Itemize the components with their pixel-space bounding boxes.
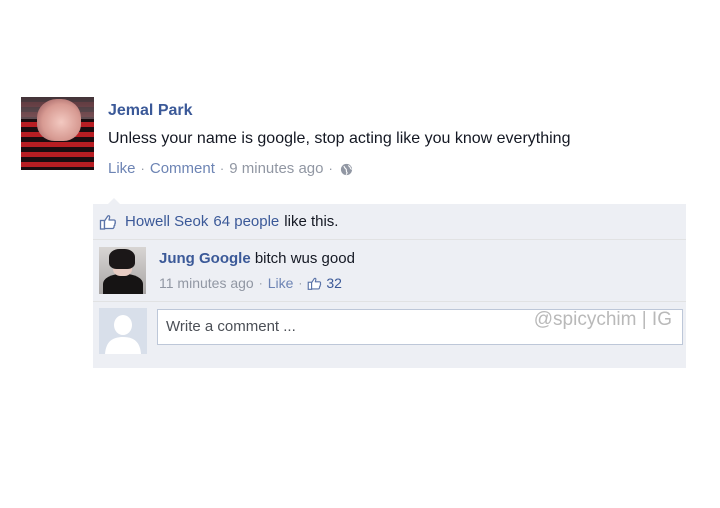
post-timestamp[interactable]: 9 minutes ago	[229, 160, 323, 178]
post-like-link[interactable]: Like	[108, 160, 136, 178]
thumbs-up-icon	[308, 277, 322, 290]
comment-actions: 11 minutes ago · Like · 32	[159, 274, 342, 292]
post-message: Unless your name is google, stop acting …	[108, 130, 571, 147]
separator-dot: ·	[219, 161, 225, 176]
comments-panel: Howell Seok 64 people like this. Jung Go…	[93, 204, 686, 368]
separator-dot: ·	[328, 161, 333, 176]
separator-dot: ·	[298, 276, 303, 290]
default-avatar-icon	[99, 308, 147, 354]
comment-item: Jung Google bitch wus good 11 minutes ag…	[93, 240, 686, 301]
post-actions: Like · Comment · 9 minutes ago ·	[108, 160, 698, 178]
avatar-body-shape	[103, 274, 143, 294]
comment-like-link[interactable]: Like	[268, 274, 294, 292]
write-comment-row: @spicychim | IG	[93, 302, 686, 364]
post-comment-link[interactable]: Comment	[150, 160, 215, 178]
comment-timestamp[interactable]: 11 minutes ago	[159, 274, 254, 292]
commenter-avatar[interactable]	[99, 247, 146, 294]
commenter-name-link[interactable]: Jung Google	[159, 250, 251, 267]
separator-dot: ·	[140, 161, 145, 176]
globe-icon[interactable]	[340, 163, 353, 176]
thumbs-up-icon	[99, 214, 117, 230]
comment-input[interactable]	[157, 309, 683, 345]
liker-name-link[interactable]: Howell Seok	[125, 213, 208, 230]
default-avatar-silhouette	[99, 308, 147, 354]
post-body: Jemal Park Unless your name is google, s…	[108, 101, 698, 178]
likes-count-link[interactable]: 64 people	[213, 213, 279, 230]
likes-summary: Howell Seok 64 people like this.	[93, 204, 686, 239]
author-avatar[interactable]	[21, 97, 94, 170]
post-author-name[interactable]: Jemal Park	[108, 101, 698, 121]
avatar-face-shape	[37, 99, 81, 141]
likes-suffix: like this.	[284, 213, 339, 230]
avatar-hair-shape	[109, 249, 135, 269]
page: Jemal Park Unless your name is google, s…	[0, 0, 720, 508]
separator-dot: ·	[258, 276, 263, 290]
comment-like-count[interactable]: 32	[326, 274, 342, 292]
comment-body: bitch wus good	[254, 250, 355, 267]
comment-text-line: Jung Google bitch wus good	[159, 249, 355, 269]
